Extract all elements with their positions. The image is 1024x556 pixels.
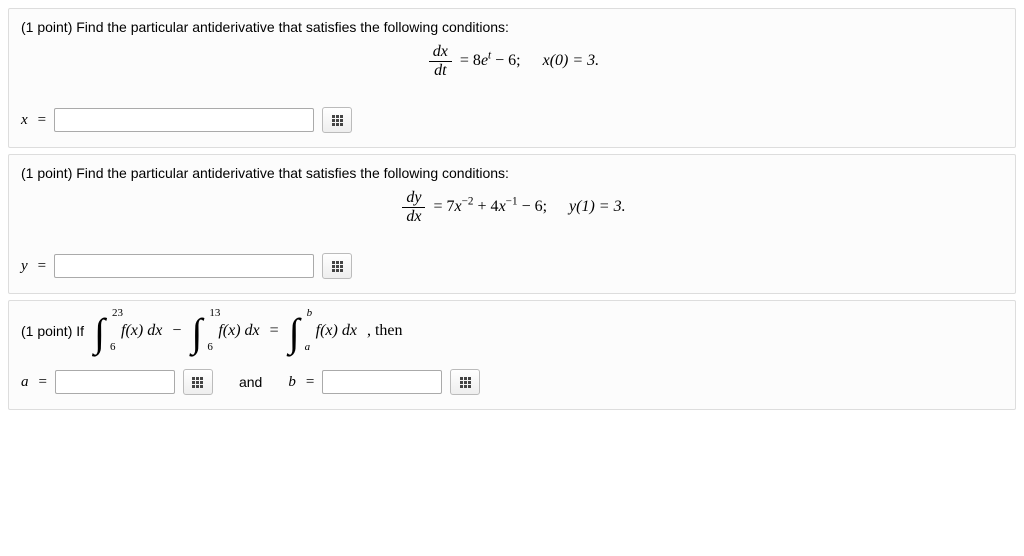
problem-3-answer-row: a = and b = [21, 369, 1003, 395]
y-answer-input[interactable] [54, 254, 314, 278]
problem-2-equation: dy dx = 7x−2 + 4x−1 − 6; y(1) = 3. [21, 189, 1003, 225]
problem-1-equation: dx dt = 8et − 6; x(0) = 3. [21, 43, 1003, 79]
problem-1-answer-row: x = [21, 107, 1003, 133]
b-answer-input[interactable] [322, 370, 442, 394]
integral-2: ∫ 13 6 f(x) dx [191, 311, 259, 351]
equation-editor-button[interactable] [322, 107, 352, 133]
a-answer-input[interactable] [55, 370, 175, 394]
problem-1-prompt: (1 point) Find the particular antideriva… [21, 19, 1003, 35]
integral-symbol: ∫ 23 6 [94, 311, 105, 351]
problem-1: (1 point) Find the particular antideriva… [8, 8, 1016, 148]
grid-icon [332, 261, 343, 272]
y-label: y [21, 258, 28, 275]
equation-editor-button[interactable] [322, 253, 352, 279]
problem-3-lead: (1 point) If [21, 323, 84, 339]
integral-symbol: ∫ b a [289, 311, 300, 351]
then-text: , then [367, 322, 403, 340]
b-label: b [288, 374, 296, 391]
problem-2-answer-row: y = [21, 253, 1003, 279]
problem-2: (1 point) Find the particular antideriva… [8, 154, 1016, 294]
grid-icon [332, 115, 343, 126]
grid-icon [192, 377, 203, 388]
problem-3: (1 point) If ∫ 23 6 f(x) dx − ∫ 13 6 f(x… [8, 300, 1016, 410]
equation-editor-button[interactable] [183, 369, 213, 395]
integral-1: ∫ 23 6 f(x) dx [94, 311, 162, 351]
problem-3-statement: (1 point) If ∫ 23 6 f(x) dx − ∫ 13 6 f(x… [21, 311, 1003, 351]
equation-editor-button[interactable] [450, 369, 480, 395]
fraction-dy-dx: dy dx [402, 189, 425, 225]
integral-3: ∫ b a f(x) dx [289, 311, 357, 351]
a-label: a [21, 374, 29, 391]
fraction-dx-dt: dx dt [429, 43, 452, 79]
and-text: and [239, 374, 262, 390]
integral-symbol: ∫ 13 6 [191, 311, 202, 351]
grid-icon [460, 377, 471, 388]
x-label: x [21, 112, 28, 129]
x-answer-input[interactable] [54, 108, 314, 132]
problem-2-prompt: (1 point) Find the particular antideriva… [21, 165, 1003, 181]
